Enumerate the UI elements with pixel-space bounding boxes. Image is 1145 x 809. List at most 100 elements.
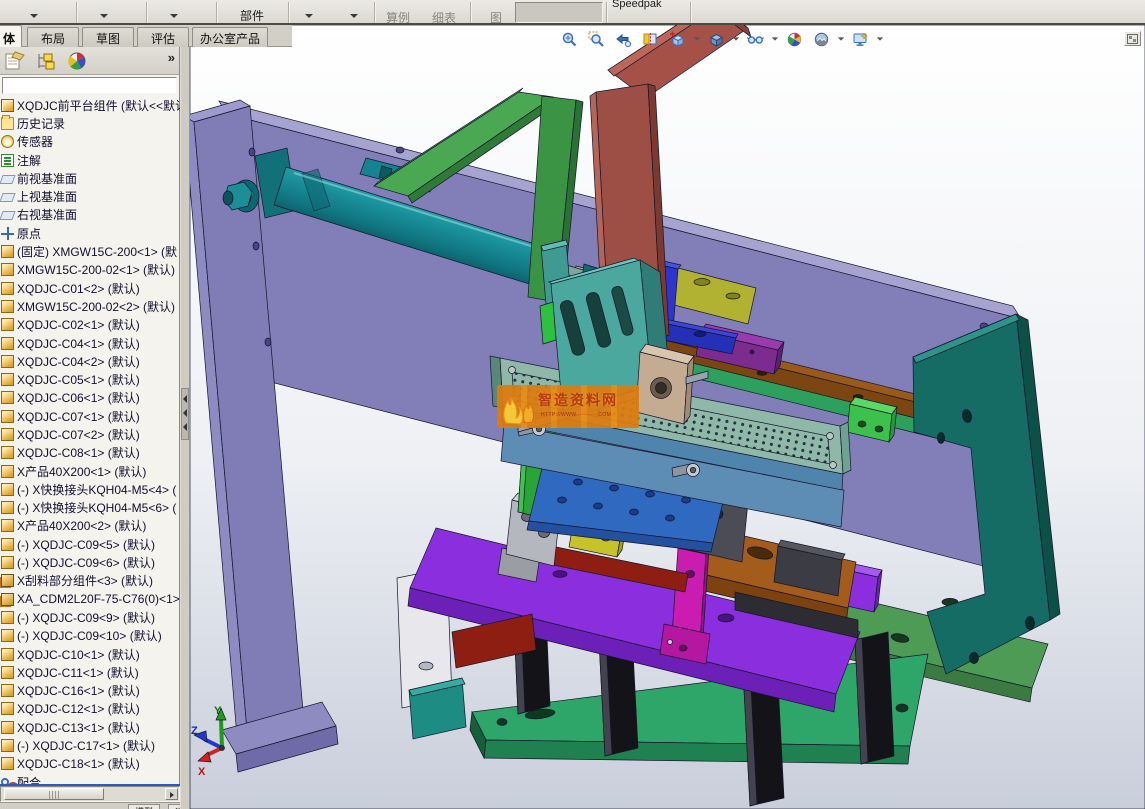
collapse-viewport-button[interactable] xyxy=(1124,31,1141,46)
tree-item[interactable]: XQDJC前平台组件 (默认<<默认>_ xyxy=(0,96,180,114)
tab-office-products[interactable]: 办公室产品 xyxy=(192,27,268,47)
watermark-title: 智造资料网 xyxy=(538,392,618,408)
dropdown-caret-icon[interactable] xyxy=(170,14,178,18)
dropdown-caret-icon[interactable] xyxy=(732,37,740,41)
scrollbar-thumb[interactable] xyxy=(4,788,104,800)
tree-item[interactable]: XQDJC-C01<2> (默认) xyxy=(0,279,180,297)
tree-item[interactable]: XQDJC-C07<2> (默认) xyxy=(0,425,180,443)
tab-motion-study[interactable]: 运动算例1 xyxy=(168,804,180,809)
origin-icon xyxy=(1,226,14,240)
tab-layout[interactable]: 布局 xyxy=(27,27,79,47)
hide-show-items-button[interactable] xyxy=(744,29,767,49)
tab-assembly[interactable]: 体 xyxy=(0,25,22,47)
zoom-to-fit-button[interactable] xyxy=(558,29,581,49)
exploded-view-button: 图 xyxy=(490,11,503,25)
tree-item[interactable]: XQDJC-C18<1> (默认) xyxy=(0,755,180,773)
tree-item[interactable]: (-) X快换接头KQH04-M5<4> ( xyxy=(0,480,180,498)
part-icon xyxy=(1,556,14,570)
tree-item[interactable]: 历史记录 xyxy=(0,114,180,132)
dropdown-caret-icon[interactable] xyxy=(30,14,38,18)
tree-item[interactable]: XQDJC-C12<1> (默认) xyxy=(0,700,180,718)
splitter-handle[interactable] xyxy=(181,388,189,440)
dropdown-caret-icon[interactable] xyxy=(693,37,701,41)
ann-icon xyxy=(1,153,14,167)
apply-scene-button[interactable] xyxy=(810,29,833,49)
part-icon xyxy=(1,537,14,551)
tree-item[interactable]: 上视基准面 xyxy=(0,187,180,205)
tree-item[interactable]: XQDJC-C10<1> (默认) xyxy=(0,645,180,663)
dropdown-caret-icon[interactable] xyxy=(876,37,884,41)
tree-item[interactable]: (固定) XMGW15C-200<1> (默 xyxy=(0,242,180,260)
part-icon xyxy=(1,427,14,441)
part-icon xyxy=(1,665,14,679)
panel-overflow-button[interactable]: » xyxy=(168,50,175,65)
tree-item[interactable]: X刮料部分组件<3> (默认) xyxy=(0,572,180,590)
tree-item[interactable]: (-) X快换接头KQH04-M5<6> ( xyxy=(0,499,180,517)
tab-sketch[interactable]: 草图 xyxy=(82,27,134,47)
components-button[interactable]: 部件 xyxy=(240,7,264,24)
subasm-icon xyxy=(1,574,14,588)
scroll-right-button[interactable] xyxy=(165,788,178,800)
edit-appearance-button[interactable] xyxy=(783,29,806,49)
tree-item[interactable]: 右视基准面 xyxy=(0,206,180,224)
graphics-viewport[interactable]: Y Z X xyxy=(183,1,1145,809)
tab-model[interactable]: 模型 xyxy=(128,804,161,809)
zoom-to-area-button[interactable] xyxy=(585,29,608,49)
tree-item[interactable]: XQDJC-C05<1> (默认) xyxy=(0,370,180,388)
tree-item[interactable]: XA_CDM2L20F-75-C76(0)<1> xyxy=(0,590,180,608)
tree-item[interactable]: XQDJC-C04<2> (默认) xyxy=(0,352,180,370)
tree-item[interactable]: (-) XQDJC-C09<10> (默认) xyxy=(0,627,180,645)
featuremanager-tab-icon xyxy=(5,51,25,70)
tree-item[interactable]: 原点 xyxy=(0,224,180,242)
part-icon xyxy=(1,263,14,277)
panel-splitter[interactable] xyxy=(181,47,190,809)
dropdown-caret-icon[interactable] xyxy=(305,14,313,18)
part-icon xyxy=(1,519,14,533)
tree-item[interactable]: XQDJC-C16<1> (默认) xyxy=(0,682,180,700)
tree-item[interactable]: X产品40X200<2> (默认) xyxy=(0,517,180,535)
tree-item[interactable]: (-) XQDJC-C09<6> (默认) xyxy=(0,553,180,571)
view-orientation-icon xyxy=(670,31,685,47)
view-settings-button[interactable] xyxy=(849,29,872,49)
tree-horizontal-scrollbar[interactable] xyxy=(0,786,180,802)
tree-item[interactable]: (-) XQDJC-C09<9> (默认) xyxy=(0,608,180,626)
command-manager: 部件 算例 细表 图 Speedpak xyxy=(0,0,1145,25)
previous-view-button[interactable] xyxy=(612,29,635,49)
tree-item[interactable]: (-) XQDJC-C17<1> (默认) xyxy=(0,736,180,754)
part-icon xyxy=(1,629,14,643)
dropdown-caret-icon[interactable] xyxy=(100,14,108,18)
tree-item[interactable]: (-) XQDJC-C09<5> (默认) xyxy=(0,535,180,553)
feature-tree: XQDJC前平台组件 (默认<<默认>_ 历史记录 传感器 注解 前视基准面 上… xyxy=(0,96,180,808)
tree-item[interactable]: XQDJC-C08<1> (默认) xyxy=(0,444,180,462)
tree-item[interactable]: XQDJC-C06<1> (默认) xyxy=(0,389,180,407)
speedpak-button[interactable]: Speedpak xyxy=(612,0,662,10)
tree-item[interactable]: XMGW15C-200-02<1> (默认) xyxy=(0,261,180,279)
tree-item[interactable]: 前视基准面 xyxy=(0,169,180,187)
dropdown-caret-icon[interactable] xyxy=(350,14,358,18)
tree-item[interactable]: XQDJC-C13<1> (默认) xyxy=(0,718,180,736)
subasm-icon xyxy=(1,592,14,606)
bom-button: 细表 xyxy=(432,11,457,25)
tree-filter-input[interactable] xyxy=(2,77,177,94)
part-icon xyxy=(1,318,14,332)
tree-item[interactable]: X产品40X200<1> (默认) xyxy=(0,462,180,480)
tree-item[interactable]: XQDJC-C04<1> (默认) xyxy=(0,334,180,352)
dropdown-caret-icon[interactable] xyxy=(771,37,779,41)
tree-item[interactable]: 传感器 xyxy=(0,133,180,151)
tab-evaluate[interactable]: 评估 xyxy=(137,27,189,47)
tree-item[interactable]: XQDJC-C11<1> (默认) xyxy=(0,663,180,681)
view-orientation-button[interactable] xyxy=(666,29,689,49)
folder-icon xyxy=(1,114,14,130)
tree-item[interactable]: XQDJC-C02<1> (默认) xyxy=(0,316,180,334)
asm-icon xyxy=(1,98,14,112)
tree-item[interactable]: XQDJC-C07<1> (默认) xyxy=(0,407,180,425)
dropdown-caret-icon[interactable] xyxy=(837,37,845,41)
display-style-button[interactable] xyxy=(705,29,728,49)
displaymanager-tab[interactable] xyxy=(64,49,92,73)
configurationmanager-tab[interactable] xyxy=(32,49,60,73)
featuremanager-tab[interactable] xyxy=(2,49,30,73)
tree-item[interactable]: XMGW15C-200-02<2> (默认) xyxy=(0,297,180,315)
tree-item[interactable]: 注解 xyxy=(0,151,180,169)
section-view-button[interactable] xyxy=(639,29,662,49)
part-icon xyxy=(1,501,14,515)
